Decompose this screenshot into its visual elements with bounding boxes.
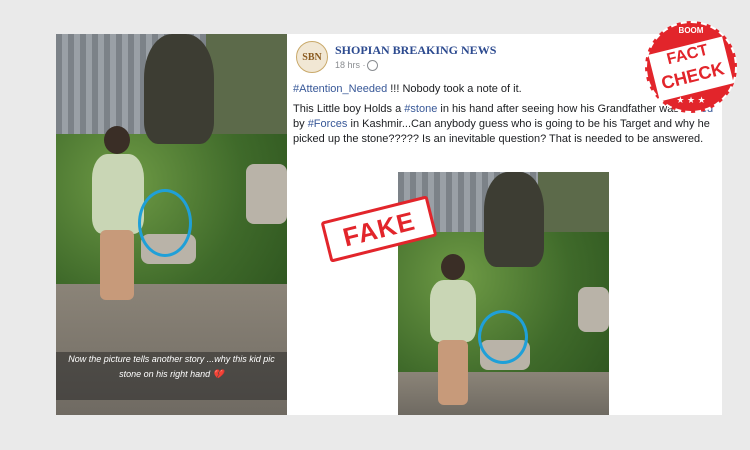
caption-text: Now the picture tells another story ...w… (68, 354, 275, 379)
globe-icon (367, 60, 378, 71)
soldier (484, 172, 544, 267)
ground (398, 372, 609, 415)
kid-legs (100, 230, 134, 300)
highlight-circle (138, 189, 192, 257)
avatar-text: SBN (302, 51, 322, 63)
kid-head (104, 126, 130, 154)
kid-head (441, 254, 465, 280)
soldier (144, 34, 214, 144)
badge-boom: BOOM (678, 26, 704, 35)
page-avatar[interactable]: SBN (296, 41, 328, 73)
photo-caption: Now the picture tells another story ...w… (56, 352, 287, 400)
kid-body (92, 154, 144, 234)
hashtag-attention-needed[interactable]: #Attention_Needed (293, 83, 387, 95)
badge-stars: ★ ★ ★ (676, 95, 706, 105)
fact-check-badge: BOOM FACT CHECK ★ ★ ★ (645, 21, 737, 113)
body-text: This Little boy Holds a (293, 103, 405, 115)
post-time[interactable]: 18 hrs · (335, 60, 366, 70)
body-text: in Kashmir...Can anybody guess who is go… (293, 118, 710, 145)
rock (578, 287, 609, 332)
kid-body (430, 280, 476, 342)
hashtag-forces[interactable]: #Forces (308, 118, 348, 130)
rock (246, 164, 287, 224)
body-text: by (293, 118, 308, 130)
broken-heart-icon: 💔 (212, 369, 224, 379)
kid-legs (438, 340, 468, 405)
highlight-circle (478, 310, 528, 364)
hashtag-stone[interactable]: #stone (404, 103, 437, 115)
page-name[interactable]: SHOPIAN BREAKING NEWS (335, 43, 496, 58)
left-photo: Now the picture tells another story ...w… (56, 34, 287, 415)
post-line-1-text: !!! Nobody took a note of it. (387, 83, 522, 95)
